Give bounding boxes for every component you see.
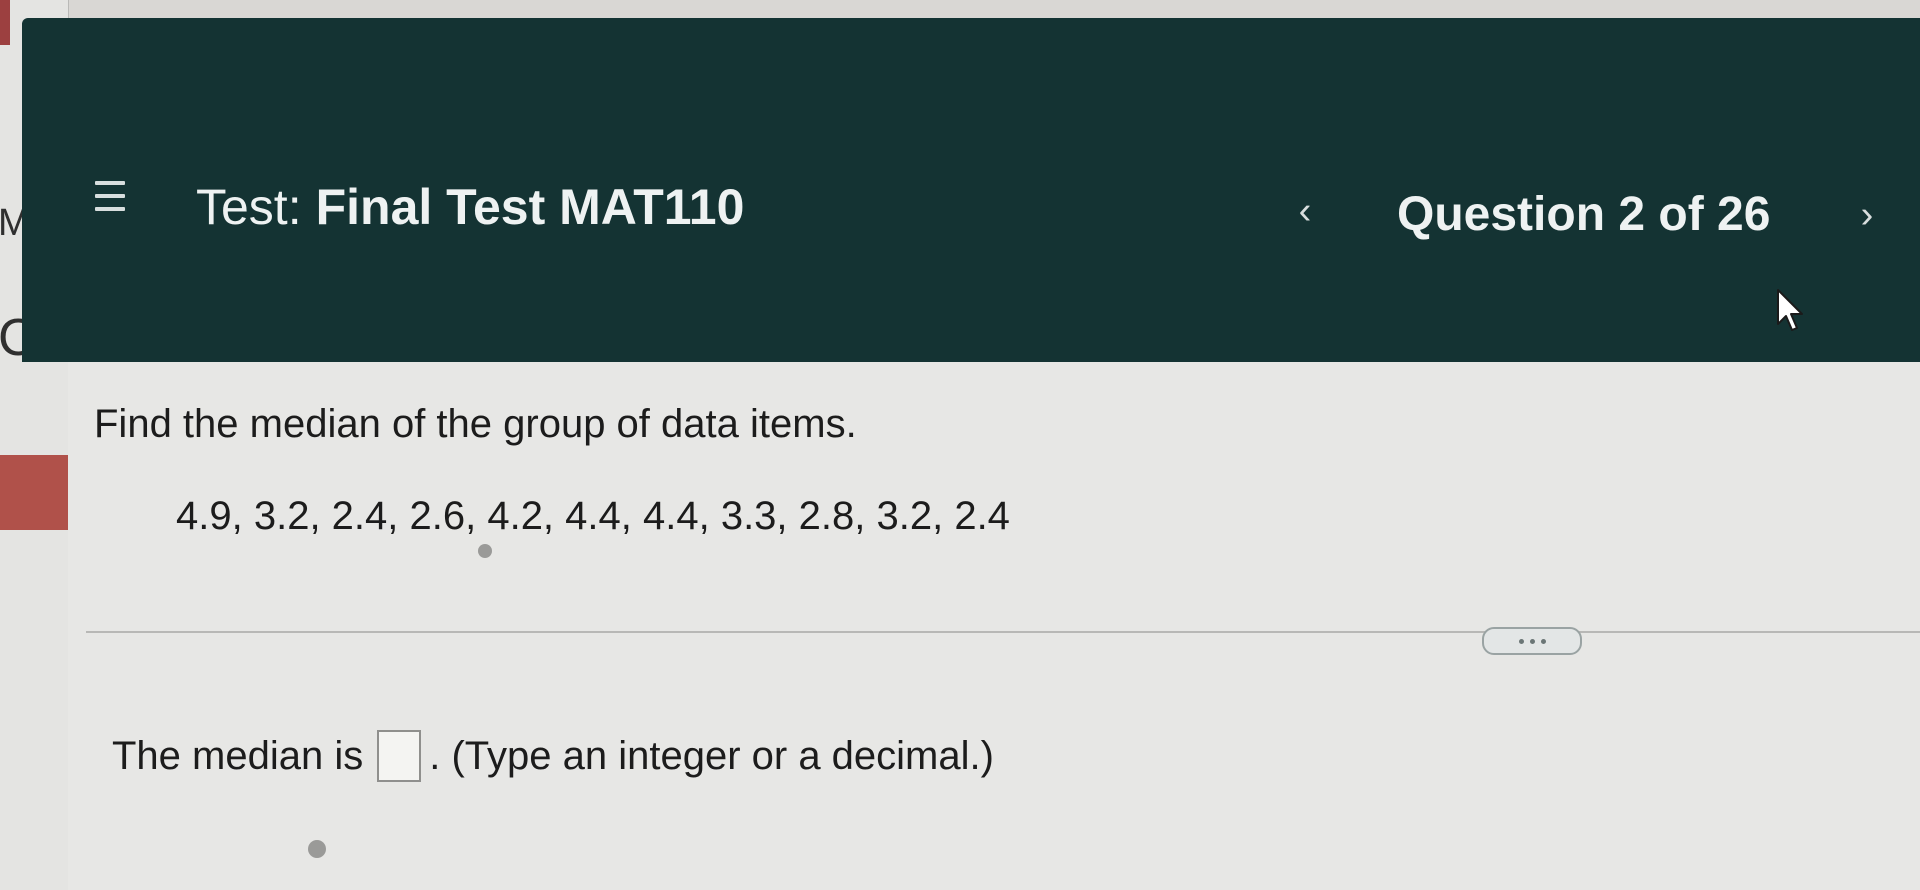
screen-dust-dot	[308, 840, 326, 858]
data-items-list: 4.9, 3.2, 2.4, 2.6, 4.2, 4.4, 4.4, 3.3, …	[176, 494, 1010, 538]
question-content-area: Find the median of the group of data ite…	[68, 362, 1920, 890]
section-divider	[86, 631, 1920, 633]
answer-hint: . (Type an integer or a decimal.)	[429, 734, 994, 778]
ellipsis-icon[interactable]	[1482, 627, 1582, 655]
chevron-left-icon[interactable]: ‹	[1280, 186, 1330, 236]
left-red-accent	[0, 0, 10, 45]
mouse-pointer-icon	[1777, 289, 1803, 331]
screen-dust-dot	[478, 544, 492, 558]
test-header-bar: Test: Final Test MAT110 ‹ Question 2 of 2…	[22, 18, 1920, 362]
browser-top-edge	[0, 0, 1920, 18]
answer-line: The median is . (Type an integer or a de…	[112, 730, 994, 782]
test-title-name: Final Test MAT110	[315, 179, 745, 235]
answer-prefix: The median is	[112, 734, 364, 778]
hamburger-menu-icon[interactable]	[82, 168, 138, 224]
test-title-label: Test:	[196, 179, 302, 235]
test-title: Test: Final Test MAT110	[196, 178, 744, 236]
left-red-panel	[0, 455, 68, 530]
question-prompt: Find the median of the group of data ite…	[94, 402, 857, 446]
question-counter: Question 2 of 26	[1397, 188, 1771, 241]
chevron-right-icon[interactable]: ›	[1842, 190, 1892, 240]
median-answer-input[interactable]	[377, 730, 422, 782]
